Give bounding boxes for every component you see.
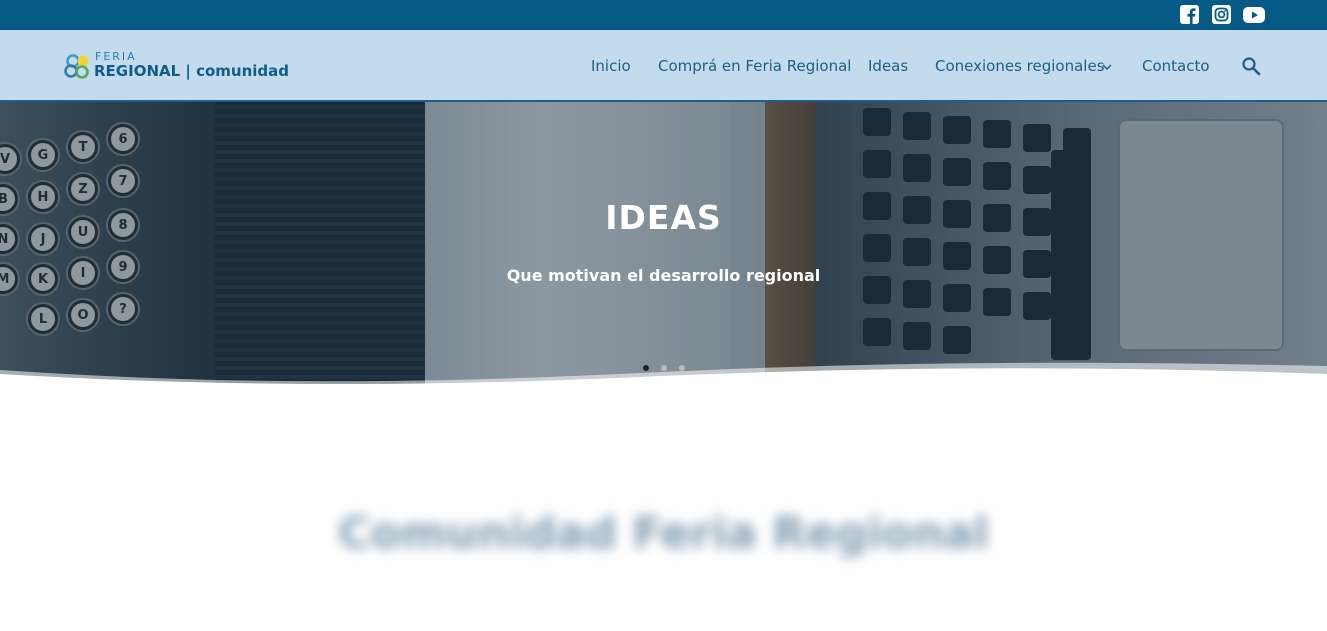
slider-dot-1[interactable] bbox=[643, 365, 649, 371]
slider-dot-3[interactable] bbox=[679, 365, 685, 371]
section-heading: Comunidad Feria Regional bbox=[338, 508, 989, 559]
hero-overlay bbox=[0, 102, 1327, 384]
nav-item-conexiones[interactable]: Conexiones regionales bbox=[935, 57, 1105, 77]
nav-item-contacto[interactable]: Contacto bbox=[1142, 57, 1210, 77]
search-icon[interactable] bbox=[1241, 56, 1261, 76]
site-logo[interactable]: FERIA REGIONAL | comunidad bbox=[63, 50, 293, 84]
youtube-icon[interactable] bbox=[1243, 5, 1265, 24]
top-social-bar bbox=[0, 0, 1327, 30]
hero-wave-divider bbox=[0, 362, 1327, 392]
hero-title: IDEAS bbox=[605, 198, 722, 237]
nav-item-ideas[interactable]: Ideas bbox=[868, 57, 908, 77]
chevron-down-icon[interactable] bbox=[1101, 62, 1113, 72]
logo-main-text: REGIONAL | comunidad bbox=[94, 62, 290, 80]
nav-item-compra[interactable]: Comprá en Feria Regional bbox=[658, 57, 851, 77]
slider-dot-2[interactable] bbox=[661, 365, 667, 371]
instagram-icon[interactable] bbox=[1212, 5, 1231, 24]
nav-item-inicio[interactable]: Inicio bbox=[591, 57, 631, 77]
hero-subtitle: Que motivan el desarrollo regional bbox=[506, 266, 821, 285]
facebook-icon[interactable] bbox=[1180, 5, 1199, 24]
hero-slider: V G T 6 B H Z 7 N J U 8 M K I 9 L O ? bbox=[0, 102, 1327, 384]
logo-flower-icon bbox=[64, 54, 89, 79]
